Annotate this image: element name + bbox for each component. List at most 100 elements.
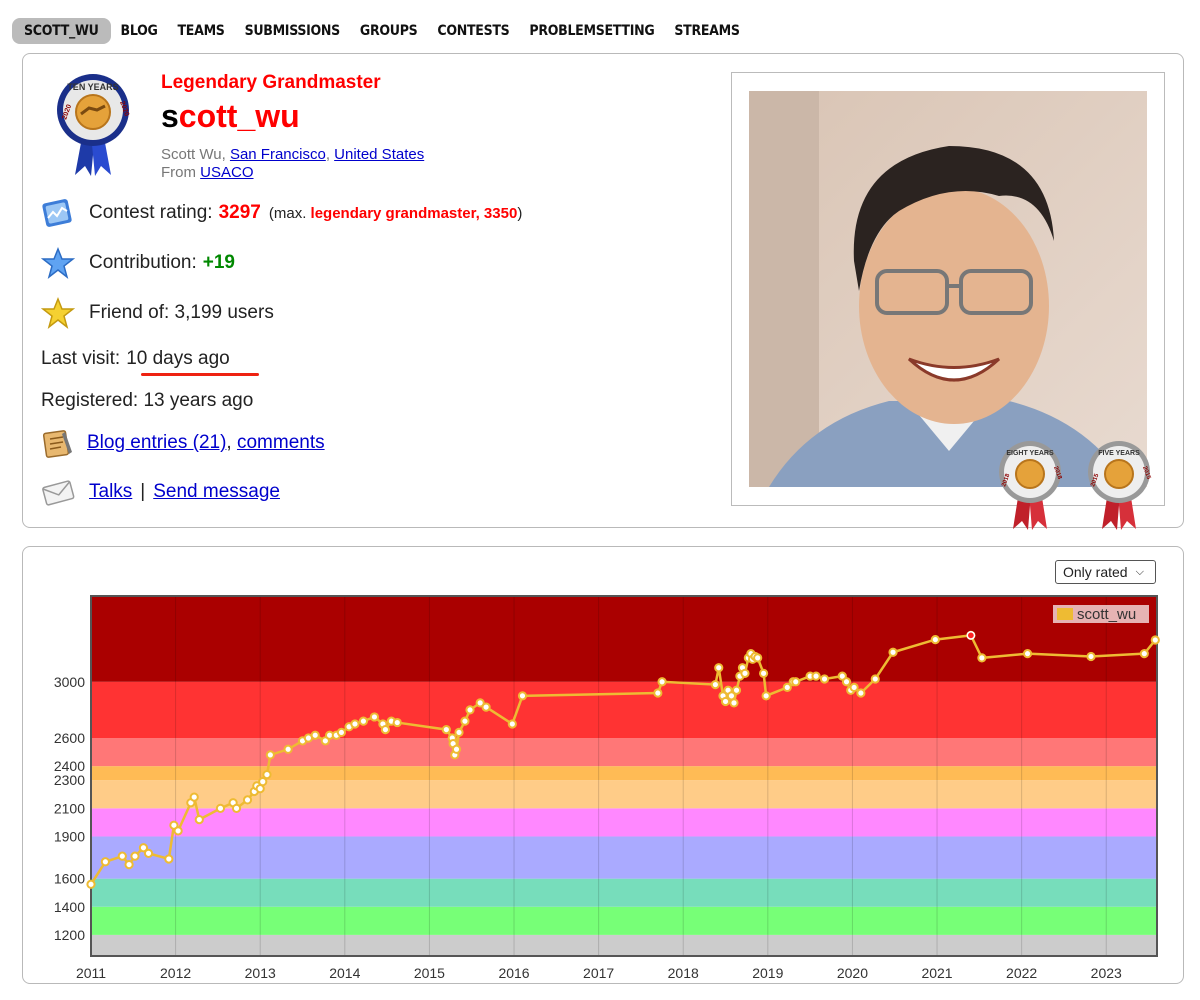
last-visit-value: 10 days ago bbox=[126, 348, 230, 369]
data-point bbox=[242, 795, 253, 805]
data-point bbox=[124, 859, 134, 870]
avatar-frame: EIGHT YEARS 2018 2018 FIVE YEARS 2015 20… bbox=[731, 72, 1165, 530]
avatar bbox=[749, 91, 1147, 487]
data-point bbox=[710, 679, 720, 690]
rating-value: 3297 bbox=[218, 202, 261, 223]
profile-card: TEN YEARS 2020 2020 Legendary Grandmaste… bbox=[22, 53, 1184, 530]
nav-item-problemsetting[interactable]: PROBLEMSETTING bbox=[519, 18, 664, 44]
nav-item-profile[interactable]: SCOTT_WU bbox=[12, 18, 111, 44]
data-point bbox=[819, 674, 830, 684]
city-link[interactable]: San Francisco bbox=[230, 146, 326, 163]
data-point bbox=[653, 688, 663, 698]
nav-item-blog[interactable]: BLOG bbox=[111, 18, 168, 44]
eight-years-badge-icon: EIGHT YEARS 2018 2018 bbox=[999, 441, 1063, 530]
five-years-badge-icon: FIVE YEARS 2015 2015 bbox=[1088, 441, 1152, 530]
last-visit-label: Last visit: bbox=[41, 348, 121, 369]
data-point bbox=[189, 792, 199, 802]
meta-separator: , bbox=[325, 146, 335, 163]
eight-years-badge-text: EIGHT YEARS bbox=[1006, 450, 1054, 457]
nav-item-contests[interactable]: CONTESTS bbox=[427, 18, 519, 44]
nav-item-teams[interactable]: TEAMS bbox=[168, 18, 235, 44]
max-open: (max. bbox=[268, 204, 307, 222]
nav-item-streams[interactable]: STREAMS bbox=[664, 18, 749, 44]
rating-band bbox=[91, 738, 1157, 767]
rating-band bbox=[91, 878, 1157, 907]
ten-years-badge-icon: TEN YEARS 2020 2020 bbox=[57, 74, 130, 176]
data-point bbox=[262, 769, 272, 780]
data-point bbox=[517, 691, 528, 701]
data-point bbox=[130, 851, 140, 861]
rating-band bbox=[91, 808, 1157, 837]
y-tick-label: 2300 bbox=[54, 772, 85, 788]
user-handle[interactable]: scott_wu bbox=[161, 98, 300, 135]
max-rating: (max. legendary grandmaster, 3350) bbox=[269, 205, 522, 222]
contribution-row: Contribution: +19 bbox=[41, 246, 235, 280]
from-label: From bbox=[161, 164, 201, 181]
data-point bbox=[740, 668, 750, 678]
data-point bbox=[451, 744, 462, 754]
rating-band bbox=[91, 836, 1157, 879]
data-point bbox=[1086, 651, 1096, 662]
x-tick-label: 2016 bbox=[498, 965, 529, 981]
data-point bbox=[392, 717, 402, 728]
y-tick-label: 2600 bbox=[54, 730, 85, 746]
x-tick-label: 2013 bbox=[245, 965, 276, 981]
y-tick-label: 1400 bbox=[54, 899, 85, 915]
legend-swatch bbox=[1057, 608, 1073, 620]
rating-band bbox=[91, 906, 1157, 935]
data-point bbox=[117, 851, 127, 861]
data-point bbox=[731, 685, 742, 695]
blog-notepad-icon bbox=[42, 430, 72, 458]
max-close: ) bbox=[517, 204, 523, 222]
legend-label: scott_wu bbox=[1077, 606, 1136, 623]
envelope-icon bbox=[42, 480, 75, 506]
data-point bbox=[194, 814, 204, 825]
data-point bbox=[283, 744, 293, 754]
data-point bbox=[460, 716, 470, 726]
x-tick-label: 2022 bbox=[1006, 965, 1037, 981]
data-point bbox=[100, 857, 110, 867]
nav-item-submissions[interactable]: SUBMISSIONS bbox=[235, 18, 350, 44]
organization-link[interactable]: USACO bbox=[200, 164, 253, 181]
contribution-value: +19 bbox=[202, 252, 235, 273]
rating-chart[interactable]: 1200 1400 1600 1900 2100 23002400 2600 3000 2011… bbox=[23, 547, 1185, 985]
data-point bbox=[720, 696, 731, 707]
data-point bbox=[1022, 649, 1033, 659]
pipe-separator: | bbox=[140, 481, 146, 502]
data-point bbox=[86, 879, 96, 889]
comments-link[interactable]: comments bbox=[237, 432, 325, 454]
handle-first-letter: s bbox=[161, 98, 179, 134]
max-rating-text: legendary grandmaster, 3350 bbox=[310, 204, 518, 222]
data-point bbox=[481, 702, 491, 712]
five-years-badge-text: FIVE YEARS bbox=[1098, 450, 1140, 457]
x-tick-label: 2014 bbox=[329, 965, 360, 981]
x-tick-label: 2011 bbox=[76, 965, 106, 981]
data-point bbox=[336, 727, 347, 738]
data-point bbox=[215, 803, 226, 813]
data-point bbox=[930, 634, 940, 645]
data-point bbox=[753, 653, 763, 663]
data-point bbox=[441, 724, 451, 735]
data-point bbox=[870, 674, 880, 684]
user-meta: Scott Wu, San Francisco, United States F… bbox=[161, 146, 424, 182]
country-link[interactable]: United States bbox=[334, 146, 424, 163]
data-point bbox=[1139, 649, 1149, 659]
x-tick-label: 2021 bbox=[921, 965, 952, 981]
data-point bbox=[350, 719, 360, 729]
data-point bbox=[849, 682, 859, 693]
rating-chart-icon bbox=[42, 199, 72, 227]
data-point bbox=[358, 716, 369, 726]
y-tick-label: 1900 bbox=[54, 828, 85, 844]
data-point bbox=[758, 668, 769, 678]
friends-row: Friend of: 3,199 users bbox=[41, 296, 274, 330]
data-point bbox=[310, 730, 320, 740]
meta-separator: , bbox=[221, 146, 230, 163]
data-point bbox=[1150, 635, 1160, 645]
talks-link[interactable]: Talks bbox=[89, 481, 132, 503]
nav-item-groups[interactable]: GROUPS bbox=[350, 18, 427, 44]
blog-entries-link[interactable]: Blog entries (21) bbox=[87, 432, 226, 454]
last-visit-underline bbox=[141, 373, 259, 376]
comma-separator: , bbox=[226, 432, 232, 453]
rating-chart-card: Only rated ⌵ 1200 1400 1600 1900 2100 2300 240… bbox=[22, 546, 1184, 984]
send-message-link[interactable]: Send message bbox=[153, 481, 280, 503]
